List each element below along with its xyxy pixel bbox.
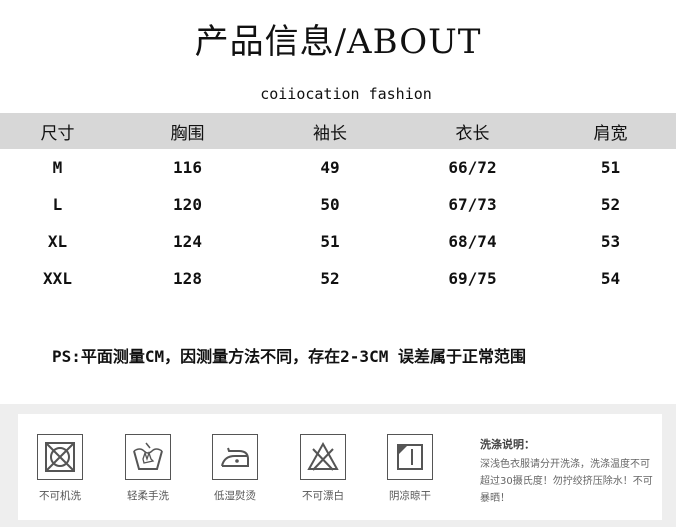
header-shoulder: 肩宽 [545,113,676,149]
header-chest: 胸围 [115,113,260,149]
cell-size: L [52,195,63,214]
low-temp-iron-icon [212,434,258,480]
table-row: M 116 49 66/72 51 [0,149,676,186]
cell-size: XXL [43,269,72,288]
wash-instructions-title: 洗涤说明： [480,438,535,451]
brand-subtitle: coiiocation fashion [260,85,432,103]
care-instructions-card: 不可机洗 轻柔手洗 低湿熨烫 不可漂白 阴凉晾干 洗涤说明： 深浅色衣服请分开洗… [18,414,662,520]
cell-chest: 128 [173,269,202,288]
size-chart-table: 尺寸 胸围 袖长 衣长 肩宽 M 116 49 66/72 51 L 120 5… [0,113,676,297]
care-label: 低湿熨烫 [214,490,256,502]
cell-sleeve: 49 [320,158,340,177]
cell-length: 66/72 [448,158,497,177]
gentle-hand-wash-icon [125,434,171,480]
cell-length: 68/74 [448,232,497,251]
header-size: 尺寸 [0,113,115,149]
cell-shoulder: 51 [600,158,621,177]
cell-chest: 124 [173,232,202,251]
measurement-note: PS:平面测量CM，因测量方法不同，存在2-3CM 误差属于正常范围 [52,347,526,366]
cell-sleeve: 50 [320,195,340,214]
cell-length: 67/73 [448,195,497,214]
table-row: XL 124 51 68/74 53 [0,223,676,260]
table-row: L 120 50 67/73 52 [0,186,676,223]
cell-chest: 120 [173,195,202,214]
care-item-no-machine-wash: 不可机洗 [30,434,90,503]
cell-chest: 116 [173,158,202,177]
care-label: 轻柔手洗 [127,490,169,502]
care-item-iron: 低湿熨烫 [205,434,265,503]
header-sleeve: 袖长 [260,113,400,149]
cell-length: 69/75 [448,269,497,288]
page-title: 产品信息/ABOUT [194,22,482,62]
shade-dry-icon [387,434,433,480]
cell-size: M [52,158,63,177]
care-item-shade-dry: 阴凉晾干 [380,434,440,503]
size-chart-header-row: 尺寸 胸围 袖长 衣长 肩宽 [0,113,676,149]
no-machine-wash-icon [37,434,83,480]
cell-sleeve: 52 [320,269,340,288]
cell-shoulder: 53 [600,232,621,251]
cell-shoulder: 52 [600,195,621,214]
table-row: XXL 128 52 69/75 54 [0,260,676,297]
care-item-no-bleach: 不可漂白 [293,434,353,503]
header-length: 衣长 [400,113,545,149]
cell-shoulder: 54 [600,269,621,288]
wash-instructions-text: 深浅色衣服请分开洗涤，洗涤温度不可超过30摄氏度！勿拧绞挤压除水！不可暴晒！ [480,459,653,504]
care-label: 阴凉晾干 [389,490,431,502]
cell-size: XL [47,232,68,251]
cell-sleeve: 51 [320,232,340,251]
care-instructions-panel: 不可机洗 轻柔手洗 低湿熨烫 不可漂白 阴凉晾干 洗涤说明： 深浅色衣服请分开洗… [0,404,676,527]
care-label: 不可漂白 [302,490,344,502]
care-label: 不可机洗 [39,490,81,502]
care-item-hand-wash: 轻柔手洗 [118,434,178,503]
no-bleach-icon [300,434,346,480]
